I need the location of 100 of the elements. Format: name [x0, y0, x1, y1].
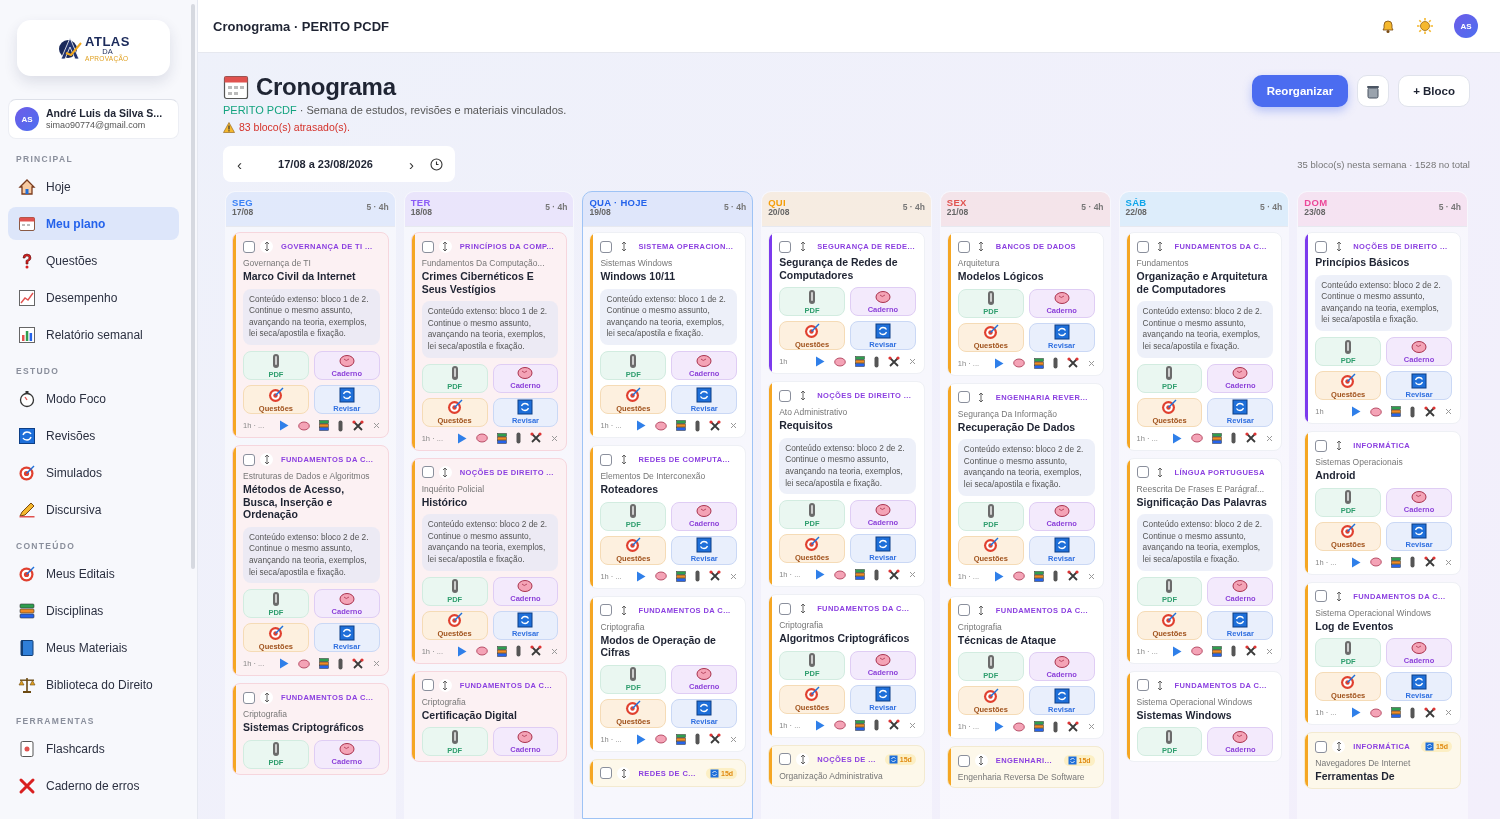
brain-icon[interactable] — [833, 356, 846, 367]
clip-icon[interactable] — [873, 355, 879, 368]
books-icon[interactable] — [1391, 556, 1401, 568]
nav-item[interactable]: Meus Materiais — [8, 631, 179, 664]
drag-handle[interactable] — [796, 752, 810, 766]
brain-icon[interactable] — [1191, 433, 1204, 444]
brain-icon[interactable] — [1370, 707, 1382, 718]
drag-handle[interactable] — [617, 766, 631, 780]
books-icon[interactable] — [1391, 406, 1401, 418]
clip-icon[interactable] — [516, 645, 522, 658]
user-avatar[interactable]: AS — [1454, 14, 1478, 38]
checkbox[interactable] — [243, 240, 255, 253]
drag-handle[interactable] — [260, 240, 273, 253]
study-block-card[interactable] — [768, 381, 925, 588]
close-icon[interactable] — [1445, 558, 1452, 566]
checkbox[interactable] — [1315, 740, 1328, 753]
brain-icon[interactable] — [1191, 646, 1204, 657]
drag-handle[interactable] — [438, 240, 452, 253]
checkbox[interactable] — [957, 604, 970, 617]
crossed-tools-icon[interactable] — [887, 568, 900, 581]
checkbox[interactable] — [957, 754, 970, 767]
study-block-card[interactable] — [1125, 457, 1283, 664]
play-icon[interactable] — [1351, 406, 1361, 418]
books-icon[interactable] — [1212, 645, 1223, 657]
checkbox[interactable] — [600, 767, 613, 780]
brain-icon[interactable] — [655, 420, 668, 431]
clip-icon[interactable] — [337, 657, 343, 670]
checkbox[interactable] — [600, 453, 613, 466]
crossed-tools-icon[interactable] — [1424, 556, 1436, 569]
brain-icon[interactable] — [476, 646, 489, 657]
books-icon[interactable] — [318, 420, 329, 432]
books-icon[interactable] — [854, 569, 865, 581]
play-icon[interactable] — [993, 570, 1004, 582]
crossed-tools-icon[interactable] — [887, 355, 900, 368]
close-icon[interactable] — [730, 735, 738, 743]
close-icon[interactable] — [551, 647, 559, 655]
books-icon[interactable] — [676, 420, 687, 432]
nav-item[interactable]: Hoje — [8, 170, 179, 203]
books-icon[interactable] — [318, 658, 329, 670]
drag-handle[interactable] — [974, 754, 988, 768]
nav-item[interactable]: Modo Foco — [8, 382, 179, 415]
close-icon[interactable] — [1445, 709, 1452, 717]
study-block-card[interactable] — [1125, 232, 1283, 451]
close-icon[interactable] — [908, 721, 916, 729]
clip-icon[interactable] — [1231, 432, 1237, 445]
crossed-tools-icon[interactable] — [351, 657, 364, 670]
crossed-tools-icon[interactable] — [530, 432, 543, 445]
nav-item[interactable]: Disciplinas — [8, 594, 179, 627]
brain-icon[interactable] — [1012, 358, 1025, 369]
checkbox[interactable] — [779, 602, 792, 615]
clip-icon[interactable] — [1052, 570, 1058, 583]
books-icon[interactable] — [497, 432, 508, 444]
next-week-button[interactable]: › — [407, 155, 416, 173]
books-icon[interactable] — [1212, 432, 1223, 444]
close-icon[interactable] — [372, 422, 380, 430]
brain-icon[interactable] — [1370, 557, 1382, 568]
play-icon[interactable] — [636, 570, 647, 582]
nav-item[interactable]: Questões — [8, 244, 179, 277]
books-icon[interactable] — [1033, 570, 1044, 582]
close-icon[interactable] — [372, 660, 380, 668]
play-icon[interactable] — [636, 733, 647, 745]
checkbox[interactable] — [1136, 240, 1149, 253]
crossed-tools-icon[interactable] — [1066, 570, 1079, 583]
clip-icon[interactable] — [873, 719, 879, 732]
play-icon[interactable] — [993, 357, 1004, 369]
clip-icon[interactable] — [1410, 556, 1415, 569]
brain-icon[interactable] — [1012, 571, 1025, 582]
bell-icon[interactable] — [1380, 18, 1396, 34]
clip-icon[interactable] — [1052, 720, 1058, 733]
play-icon[interactable] — [1172, 432, 1183, 444]
checkbox[interactable] — [600, 604, 613, 617]
checkbox[interactable] — [600, 240, 613, 253]
clip-icon[interactable] — [1410, 405, 1415, 418]
study-block-card[interactable] — [232, 445, 389, 677]
crossed-tools-icon[interactable] — [1245, 645, 1258, 658]
checkbox[interactable] — [243, 691, 255, 704]
play-icon[interactable] — [993, 721, 1004, 733]
sun-icon[interactable] — [1416, 17, 1434, 35]
close-icon[interactable] — [1266, 647, 1274, 655]
checkbox[interactable] — [421, 679, 434, 692]
play-icon[interactable] — [1351, 707, 1361, 719]
books-icon[interactable] — [854, 719, 865, 731]
crossed-tools-icon[interactable] — [1424, 706, 1436, 719]
play-icon[interactable] — [814, 569, 825, 581]
play-icon[interactable] — [814, 356, 825, 368]
crossed-tools-icon[interactable] — [709, 733, 722, 746]
clip-icon[interactable] — [1052, 357, 1058, 370]
checkbox[interactable] — [1315, 240, 1328, 253]
drag-handle[interactable] — [260, 453, 273, 467]
checkbox[interactable] — [779, 389, 792, 402]
brain-icon[interactable] — [297, 658, 310, 669]
checkbox[interactable] — [779, 753, 792, 766]
add-block-button[interactable]: + Bloco — [1398, 75, 1470, 107]
checkbox[interactable] — [1136, 466, 1149, 479]
brain-icon[interactable] — [1370, 406, 1382, 417]
nav-item[interactable]: Meu plano — [8, 207, 179, 240]
checkbox[interactable] — [957, 240, 970, 253]
play-icon[interactable] — [278, 658, 289, 670]
play-icon[interactable] — [1172, 645, 1183, 657]
user-card[interactable]: AS André Luis da Silva S... simao90774@gmail.com — [8, 99, 179, 139]
